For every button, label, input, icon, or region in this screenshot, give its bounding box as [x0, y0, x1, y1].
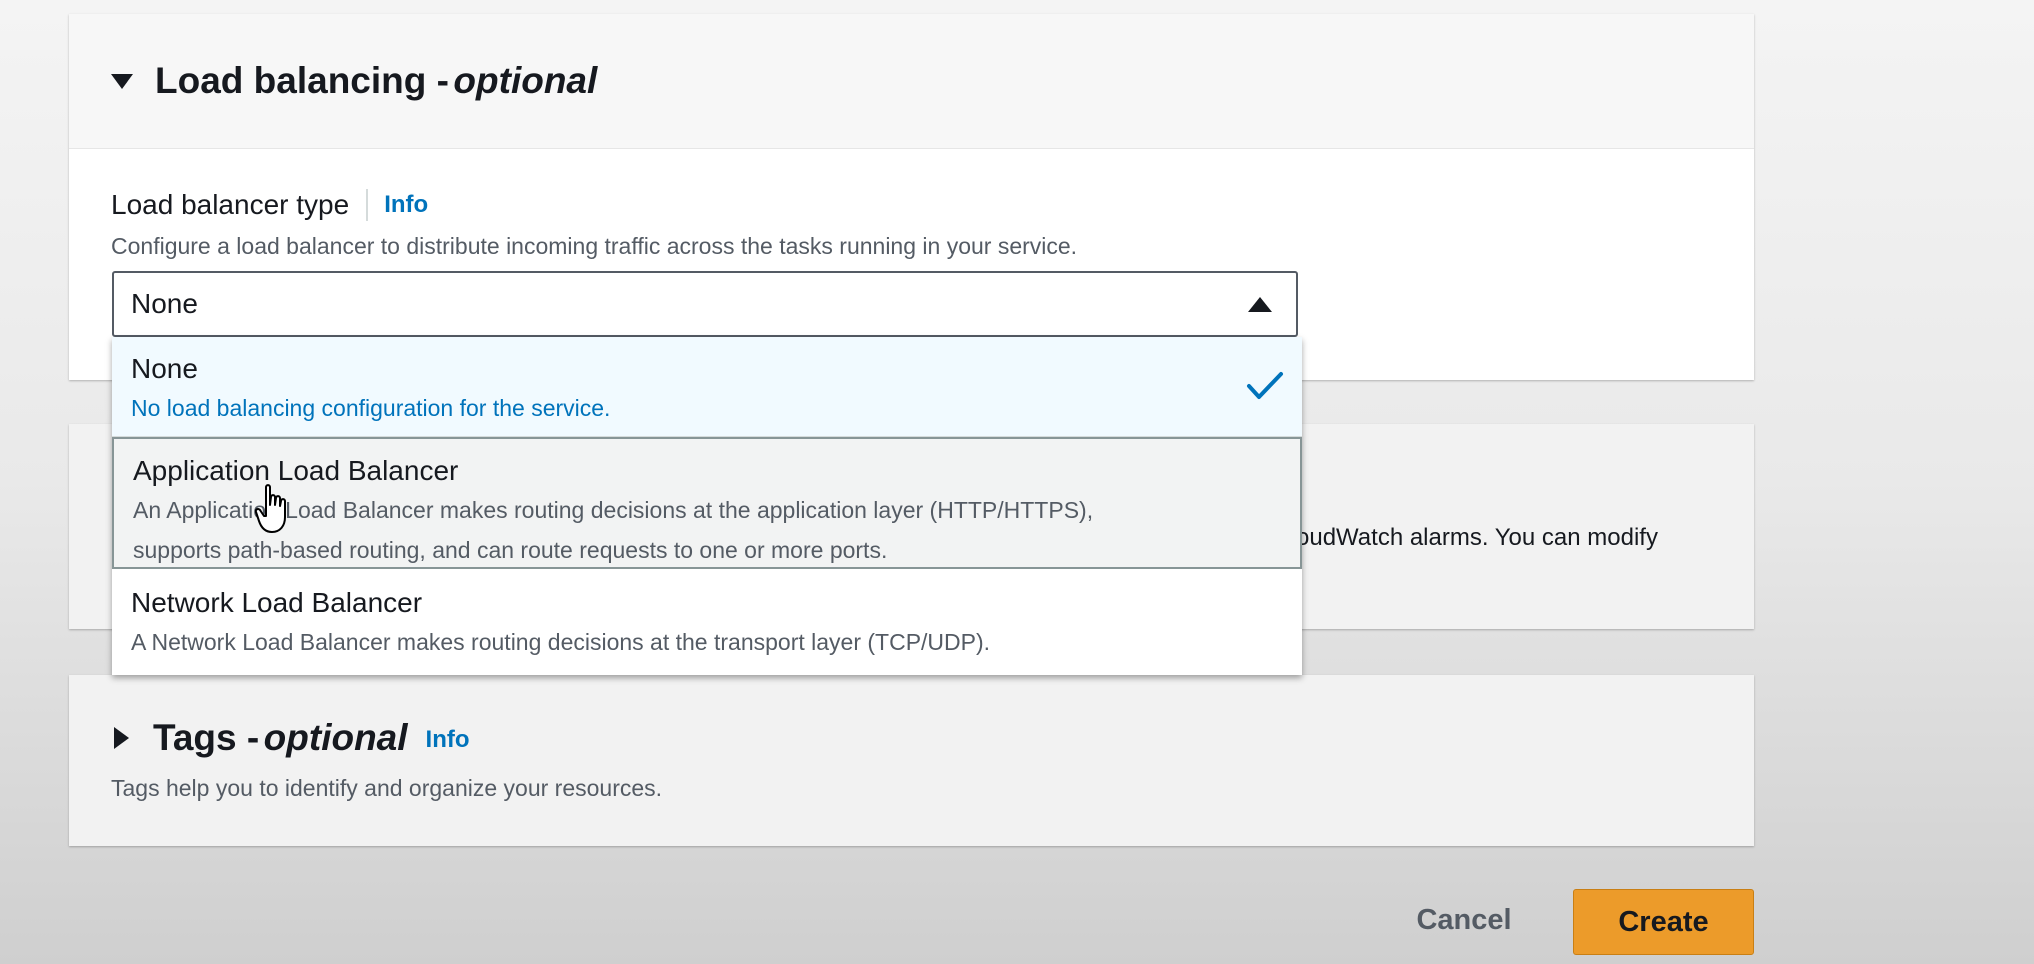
check-icon	[1247, 372, 1283, 399]
option-description: An Application Load Balancer makes routi…	[133, 497, 1094, 523]
load-balancing-body: Load balancer type Info Configure a load…	[69, 149, 1754, 260]
option-label: Network Load Balancer	[131, 587, 423, 618]
caret-down-icon[interactable]	[111, 73, 133, 89]
tags-optional: optional	[263, 717, 408, 758]
option-description: A Network Load Balancer makes routing de…	[131, 629, 991, 655]
option-label: Application Load Balancer	[133, 455, 459, 486]
tags-header[interactable]: Tags - optional Info	[69, 675, 1754, 759]
option-description: supports path-based routing, and can rou…	[133, 537, 888, 563]
load-balancer-type-select[interactable]: None	[112, 271, 1298, 337]
caret-up-icon	[1248, 296, 1272, 312]
label-divider	[366, 189, 369, 221]
tags-panel: Tags - optional Info Tags help you to id…	[69, 675, 1754, 846]
load-balancer-type-label-row: Load balancer type Info	[111, 189, 1754, 221]
load-balancing-title: Load balancing -	[155, 60, 449, 101]
tags-description: Tags help you to identify and organize y…	[111, 775, 663, 801]
option-description: No load balancing configuration for the …	[131, 395, 611, 421]
caret-right-icon[interactable]	[114, 727, 129, 749]
option-label: None	[131, 353, 198, 384]
option-none[interactable]: None No load balancing configuration for…	[112, 337, 1302, 437]
option-network-load-balancer[interactable]: Network Load Balancer A Network Load Bal…	[112, 569, 1302, 675]
tags-info-link[interactable]: Info	[426, 726, 470, 754]
load-balancing-optional: optional	[453, 60, 598, 101]
create-button[interactable]: Create	[1573, 889, 1754, 955]
tags-title: Tags -	[153, 717, 260, 758]
hand-cursor-icon	[255, 484, 286, 533]
load-balancer-type-label: Load balancer type	[111, 189, 350, 220]
load-balancing-header[interactable]: Load balancing - optional	[69, 14, 1754, 149]
load-balancer-info-link[interactable]: Info	[384, 191, 428, 219]
cancel-button[interactable]: Cancel	[1398, 888, 1530, 952]
obscured-panel-text: oudWatch alarms. You can modify	[1296, 524, 1658, 551]
select-current-value: None	[131, 288, 198, 319]
load-balancer-type-description: Configure a load balancer to distribute …	[111, 233, 1078, 259]
